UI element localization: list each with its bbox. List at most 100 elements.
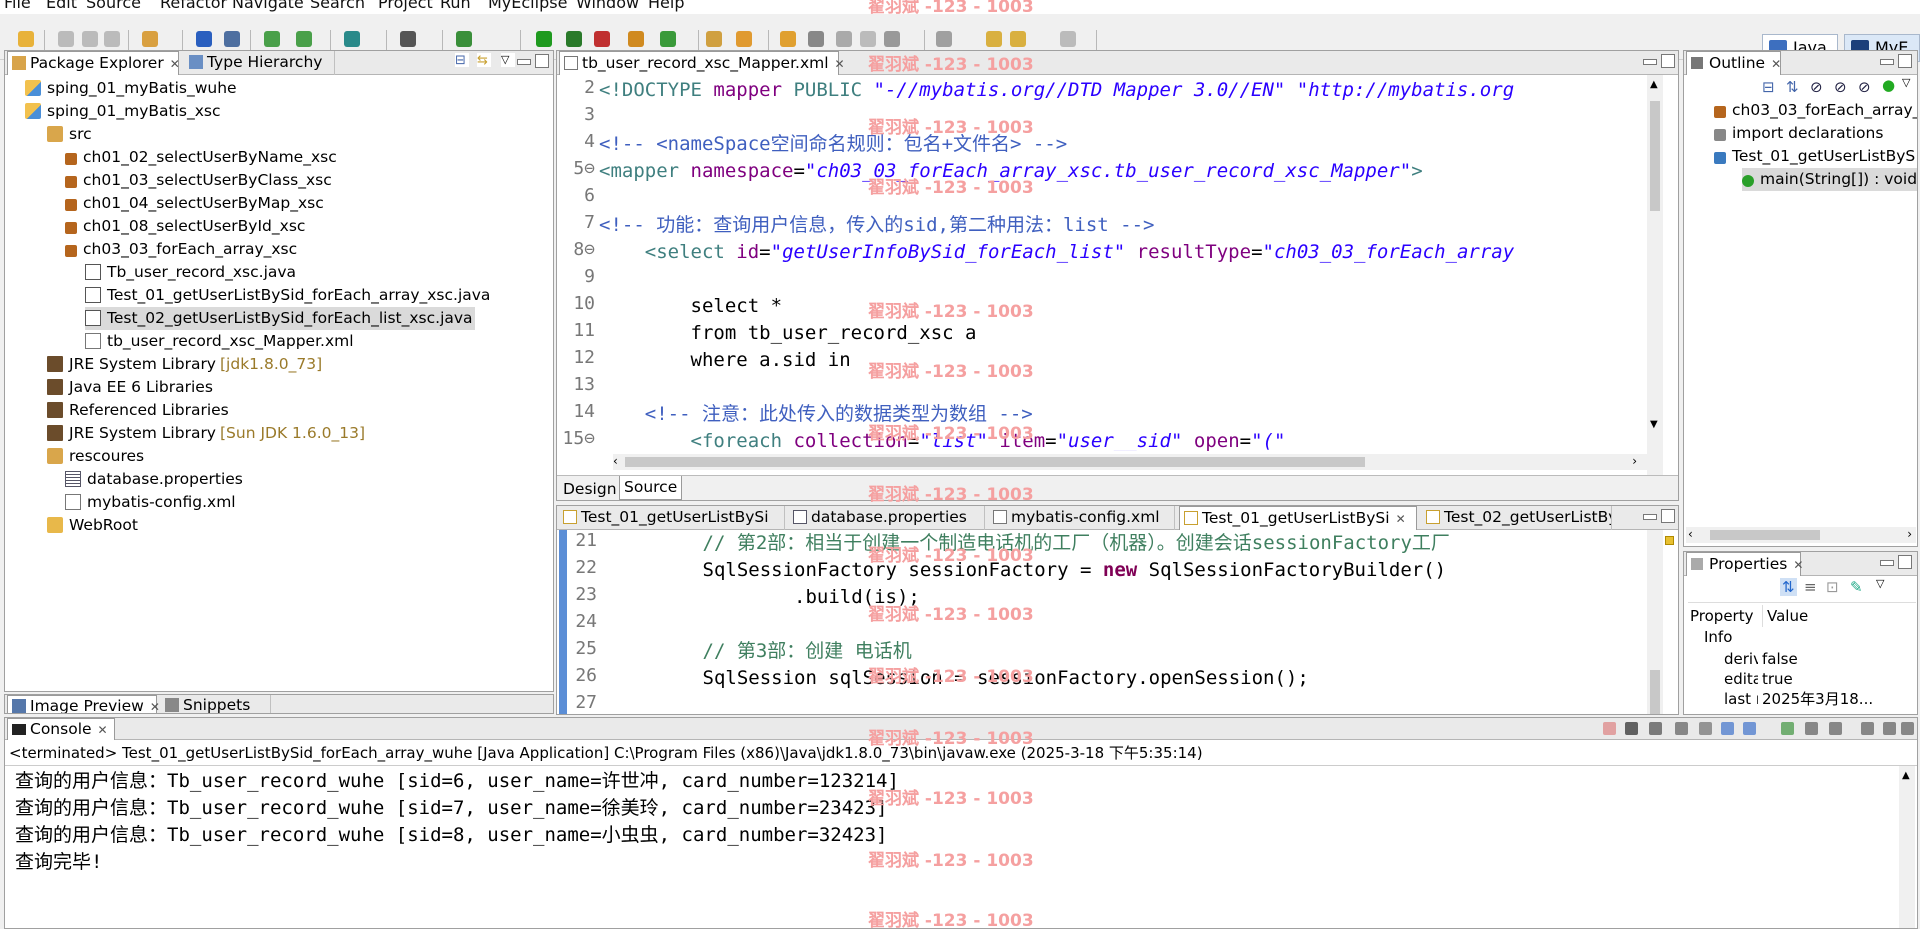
- tab-console[interactable]: Console ✕: [7, 718, 115, 740]
- show-categories-icon[interactable]: ⇅: [1780, 578, 1797, 596]
- console-tool-icon[interactable]: [1699, 722, 1712, 735]
- collapse-all-icon[interactable]: ⊟: [455, 53, 469, 68]
- tree-item[interactable]: Referenced Libraries: [47, 399, 229, 422]
- tree-item[interactable]: rescoures: [47, 445, 144, 468]
- console-tool-icon[interactable]: [1861, 722, 1874, 735]
- tab-package-explorer[interactable]: Package Explorer ✕: [7, 51, 180, 75]
- tree-item[interactable]: ch01_08_selectUserById_xsc: [65, 215, 305, 238]
- minimize-button[interactable]: [1880, 59, 1894, 65]
- tab-snippets[interactable]: Snippets: [161, 695, 271, 713]
- console-tool-icon[interactable]: [1625, 722, 1638, 735]
- console-tool-icon[interactable]: [1721, 722, 1734, 735]
- xml-code-area[interactable]: 2 <!DOCTYPE mapper PUBLIC "-//mybatis.org…: [557, 75, 1657, 451]
- menu-item-search[interactable]: Search: [310, 0, 365, 12]
- console-tool-icon[interactable]: [1603, 722, 1616, 735]
- tree-item[interactable]: sping_01_myBatis_wuhe: [25, 77, 237, 100]
- toolbar-tool-icon[interactable]: [400, 31, 416, 47]
- toolbar-tool-icon[interactable]: [196, 31, 212, 47]
- tree-item[interactable]: WebRoot: [47, 514, 138, 537]
- scroll-up-icon[interactable]: ▲: [1902, 770, 1910, 781]
- column-header-property[interactable]: Property: [1690, 605, 1753, 627]
- tab-mapper-xml[interactable]: tb_user_record_xsc_Mapper.xml ✕: [559, 51, 845, 75]
- minimize-button[interactable]: [1880, 560, 1894, 566]
- scroll-left-icon[interactable]: ‹: [1688, 527, 1693, 541]
- tree-item[interactable]: ch03_03_forEach_array_xsc: [65, 238, 297, 261]
- tab-image-preview[interactable]: Image Preview ✕: [7, 695, 160, 713]
- toolbar-tool-icon[interactable]: [344, 31, 360, 47]
- java-code-area[interactable]: 21 // 第2部：相当于创建一个制造电话机的工厂（机器）。创建会话sessio…: [567, 530, 1647, 714]
- maximize-button[interactable]: [535, 54, 549, 68]
- horizontal-scrollbar[interactable]: ‹ ›: [1686, 527, 1916, 543]
- sort-icon[interactable]: ⇅: [1786, 78, 1799, 96]
- toolbar-tool-icon[interactable]: [456, 31, 472, 47]
- tree-item[interactable]: JRE System Library [jdk1.8.0_73]: [47, 353, 322, 376]
- tab-outline[interactable]: Outline ✕: [1686, 51, 1781, 75]
- toolbar-tool-icon[interactable]: [18, 31, 34, 47]
- toolbar-tool-icon[interactable]: [142, 31, 158, 47]
- toolbar-tool-icon[interactable]: [104, 31, 120, 47]
- collapse-all-icon[interactable]: ⊟: [1762, 78, 1775, 96]
- toolbar-tool-icon[interactable]: [628, 31, 644, 47]
- console-tool-icon[interactable]: [1675, 722, 1688, 735]
- tree-item[interactable]: mybatis-config.xml: [65, 491, 236, 514]
- tree-item[interactable]: ch01_04_selectUserByMap_xsc: [65, 192, 324, 215]
- maximize-button[interactable]: [1898, 555, 1912, 569]
- toolbar-tool-icon[interactable]: [936, 31, 952, 47]
- tab-editor-file[interactable]: Test_02_getUserListBySi: [1422, 506, 1612, 530]
- toolbar-tool-icon[interactable]: [860, 31, 876, 47]
- scroll-right-icon[interactable]: ›: [1632, 454, 1637, 468]
- toolbar-tool-icon[interactable]: [1060, 31, 1076, 47]
- console-tool-icon[interactable]: [1901, 722, 1914, 735]
- close-icon[interactable]: ✕: [170, 57, 180, 71]
- tree-item[interactable]: JRE System Library [Sun JDK 1.6.0_13]: [47, 422, 365, 445]
- maximize-button[interactable]: [1661, 509, 1675, 523]
- horizontal-scrollbar[interactable]: ‹ ›: [613, 454, 1653, 470]
- menu-item-window[interactable]: Window: [576, 0, 639, 12]
- toolbar-tool-icon[interactable]: [986, 31, 1002, 47]
- tab-editor-file[interactable]: Test_01_getUserListBySi ✕: [1179, 506, 1417, 530]
- minimize-button[interactable]: [1643, 59, 1657, 65]
- vertical-scrollbar[interactable]: ▲: [1899, 766, 1915, 928]
- tree-item[interactable]: Java EE 6 Libraries: [47, 376, 213, 399]
- minimize-button[interactable]: [517, 59, 531, 65]
- tree-item[interactable]: Test_02_getUserListBySid_forEach_list_xs…: [85, 307, 475, 330]
- tab-design[interactable]: Design: [561, 478, 619, 500]
- hide-static-icon[interactable]: ⊘: [1834, 78, 1847, 96]
- vertical-scrollbar[interactable]: [1647, 530, 1663, 714]
- hide-fields-icon[interactable]: ⊘: [1810, 78, 1823, 96]
- scroll-thumb[interactable]: [1650, 670, 1660, 714]
- tab-type-hierarchy[interactable]: Type Hierarchy: [185, 51, 335, 75]
- close-icon[interactable]: ✕: [150, 700, 160, 713]
- toolbar-tool-icon[interactable]: [58, 31, 74, 47]
- tab-editor-file[interactable]: mybatis-config.xml: [989, 506, 1175, 530]
- tab-editor-file[interactable]: Test_01_getUserListBySi: [559, 506, 785, 530]
- hide-local-types-icon[interactable]: ●: [1882, 76, 1895, 94]
- close-icon[interactable]: ✕: [98, 723, 108, 737]
- scroll-thumb[interactable]: [625, 457, 1365, 467]
- console-tool-icon[interactable]: [1781, 722, 1794, 735]
- maximize-button[interactable]: [1898, 54, 1912, 68]
- outline-item[interactable]: ch03_03_forEach_array_: [1714, 99, 1917, 122]
- column-header-value[interactable]: Value: [1762, 605, 1808, 627]
- console-tool-icon[interactable]: [1805, 722, 1818, 735]
- toolbar-tool-icon[interactable]: [82, 31, 98, 47]
- close-icon[interactable]: ✕: [1396, 512, 1406, 526]
- console-tool-icon[interactable]: [1883, 722, 1896, 735]
- toolbar-tool-icon[interactable]: [264, 31, 280, 47]
- show-advanced-icon[interactable]: ≡: [1804, 578, 1817, 596]
- toolbar-tool-icon[interactable]: [594, 31, 610, 47]
- view-menu-icon[interactable]: ▽: [1902, 76, 1910, 89]
- tree-item[interactable]: tb_user_record_xsc_Mapper.xml: [85, 330, 354, 353]
- menu-item-file[interactable]: File: [4, 0, 31, 12]
- console-tool-icon[interactable]: [1743, 722, 1756, 735]
- tree-item[interactable]: sping_01_myBatis_xsc: [25, 100, 221, 123]
- pin-icon[interactable]: ✎: [1850, 578, 1863, 596]
- link-editor-icon[interactable]: ⇆: [477, 53, 491, 68]
- toolbar-tool-icon[interactable]: [780, 31, 796, 47]
- scroll-right-icon[interactable]: ›: [1907, 527, 1912, 541]
- tree-item[interactable]: Tb_user_record_xsc.java: [85, 261, 296, 284]
- toolbar-tool-icon[interactable]: [536, 31, 552, 47]
- toolbar-tool-icon[interactable]: [224, 31, 240, 47]
- toolbar-tool-icon[interactable]: [736, 31, 752, 47]
- tree-item[interactable]: src: [47, 123, 92, 146]
